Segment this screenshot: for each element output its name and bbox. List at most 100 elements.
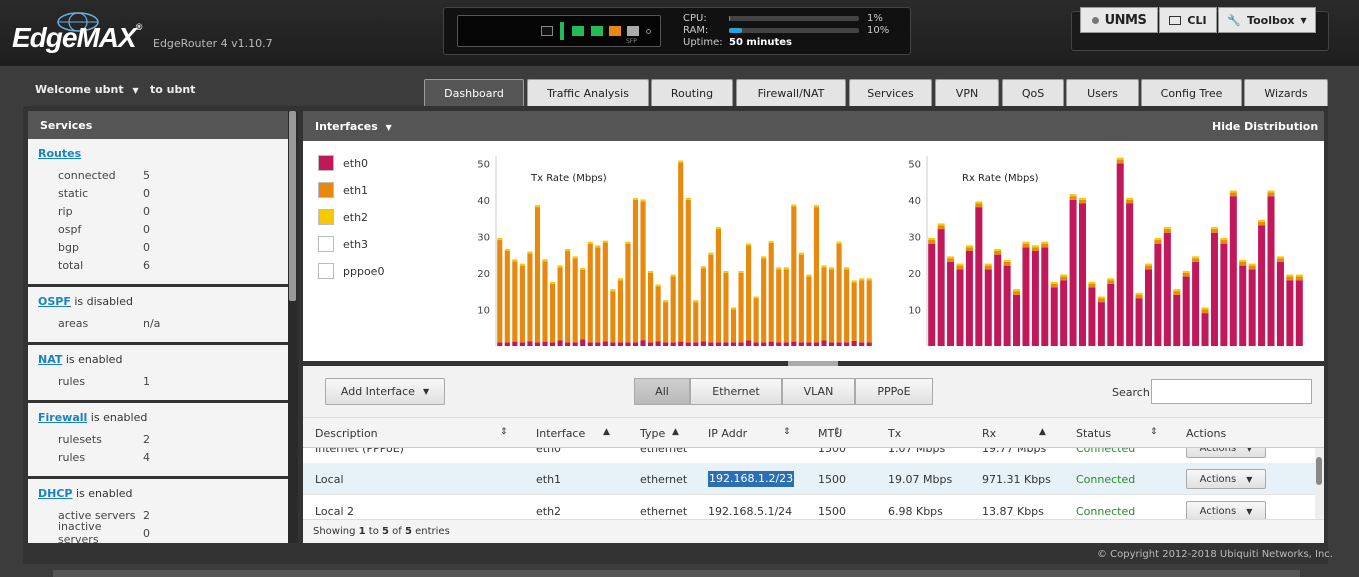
column-header-interface[interactable]: Interface <box>536 427 585 440</box>
bar-eth0 <box>821 340 827 346</box>
nat-link[interactable]: NAT <box>38 353 62 366</box>
tab-dashboard[interactable]: Dashboard <box>424 79 524 107</box>
tab-config-tree[interactable]: Config Tree <box>1141 79 1242 107</box>
column-header-actions[interactable]: Actions <box>1186 427 1226 440</box>
table-row[interactable]: Local eth1 ethernet 192.168.1.2/23 1500 19.07… <box>303 463 1315 495</box>
bar-eth0 <box>542 341 548 346</box>
legend-item-eth0[interactable]: eth0 <box>318 155 368 171</box>
bar-eth1 <box>806 276 812 343</box>
bar-eth1 <box>738 272 744 343</box>
tab-wizards[interactable]: Wizards <box>1244 79 1328 107</box>
ospf-link[interactable]: OSPF <box>38 295 71 308</box>
bar-cap-eth2 <box>572 256 578 259</box>
table-body: Internet (PPPoE) eth0 ethernet 1500 1.07 Mbp… <box>303 448 1315 519</box>
bar-cap-eth2 <box>1088 281 1096 284</box>
column-header-rx[interactable]: Rx <box>982 427 996 440</box>
table-scroll-thumb[interactable] <box>1316 457 1322 485</box>
bar-cap-eth2 <box>1182 270 1190 273</box>
column-header-description[interactable]: Description <box>315 427 378 440</box>
legend-item-eth3[interactable]: eth3 <box>318 236 368 252</box>
cpu-bar <box>729 16 859 21</box>
bar-cap-eth2 <box>670 274 676 277</box>
unms-button[interactable]: UNMS <box>1080 7 1158 33</box>
row-actions-button[interactable]: Actions ▼ <box>1186 469 1266 489</box>
filter-all[interactable]: All <box>634 378 690 405</box>
filter-pppoe[interactable]: PPPoE <box>855 378 933 405</box>
bar-cap-eth2 <box>984 263 992 266</box>
row-actions-button[interactable]: Actions ▼ <box>1186 448 1266 458</box>
bar-eth1 <box>947 258 955 262</box>
sidebar-row-key: inactive servers <box>58 520 102 543</box>
column-header-type[interactable]: Type <box>640 427 665 440</box>
sort-icon[interactable]: ▲ <box>1039 427 1046 437</box>
filter-vlan[interactable]: VLAN <box>782 378 855 405</box>
legend-item-pppoe0[interactable]: pppoe0 <box>318 263 384 279</box>
bar-cap-eth2 <box>504 249 510 251</box>
cell-ip[interactable]: 192.168.1.2/23 <box>708 471 795 487</box>
cell-tx: 1.07 Mbps <box>888 448 946 455</box>
bar-cap-eth2 <box>1295 274 1303 277</box>
sidebar-scroll-thumb[interactable] <box>289 111 296 301</box>
bar-eth0 <box>1201 313 1209 346</box>
sort-icon[interactable]: ⇕ <box>1150 427 1158 437</box>
device-version: EdgeRouter 4 v1.10.7 <box>153 37 273 50</box>
legend-item-eth2[interactable]: eth2 <box>318 209 368 225</box>
table-row[interactable]: Local 2 eth2 ethernet 192.168.5.1/24 1500 6.9… <box>303 495 1315 519</box>
y-tick-label: 40 <box>477 196 490 207</box>
tab-routing[interactable]: Routing <box>651 79 733 107</box>
sort-icon[interactable]: ▲ <box>603 427 610 437</box>
welcome-menu[interactable]: Welcome ubnt ▼ <box>35 83 139 96</box>
bar-cap-eth2 <box>1201 307 1209 310</box>
tx-rate-chart: 10 20 30 40 50 Tx Rate (Mbps) <box>477 156 872 346</box>
cell-ip[interactable]: 192.168.5.1/24 <box>708 505 792 518</box>
bar-eth0 <box>602 341 608 346</box>
hide-distribution-button[interactable]: Hide Distribution <box>1212 120 1318 133</box>
sort-icon[interactable]: ▲ <box>672 427 679 437</box>
tab-qos[interactable]: QoS <box>1002 79 1064 107</box>
tab-vpn[interactable]: VPN <box>935 79 999 107</box>
bar-eth1 <box>715 229 721 343</box>
bar-cap-eth2 <box>693 300 699 303</box>
bar-eth0 <box>761 342 767 346</box>
sort-icon[interactable]: ⇕ <box>783 427 791 437</box>
sort-icon[interactable]: ⇕ <box>500 427 508 437</box>
wrench-icon: 🔧 <box>1227 13 1242 27</box>
interfaces-dropdown[interactable]: Interfaces ▼ <box>315 120 392 133</box>
tab-traffic-analysis[interactable]: Traffic Analysis <box>527 79 649 107</box>
bar-eth1 <box>828 269 835 343</box>
filter-ethernet[interactable]: Ethernet <box>690 378 782 405</box>
sidebar-section-title: NAT is enabled <box>38 353 278 366</box>
cli-button[interactable]: CLI <box>1159 7 1217 33</box>
dhcp-link[interactable]: DHCP <box>38 487 72 500</box>
search-input[interactable] <box>1151 379 1312 404</box>
column-header-status[interactable]: Status <box>1076 427 1111 440</box>
column-header-ip-addr[interactable]: IP Addr <box>708 427 747 440</box>
toolbox-button[interactable]: 🔧 Toolbox ▼ <box>1218 7 1316 33</box>
sort-icon[interactable]: ⇕ <box>833 427 841 437</box>
legend-swatch <box>318 263 334 279</box>
bar-eth1 <box>761 258 767 343</box>
tab-firewall-nat[interactable]: Firewall/NAT <box>736 79 846 107</box>
port-icon <box>572 26 584 36</box>
bar-cap-eth2 <box>828 267 835 270</box>
column-header-tx[interactable]: Tx <box>888 427 901 440</box>
tab-users[interactable]: Users <box>1066 79 1139 107</box>
legend-label: eth0 <box>343 156 369 170</box>
sidebar-row-value: 2 <box>143 508 150 522</box>
bar-eth1 <box>685 199 691 343</box>
table-row[interactable]: Internet (PPPoE) eth0 ethernet 1500 1.07 Mbp… <box>303 448 1315 464</box>
legend-item-eth1[interactable]: eth1 <box>318 182 368 198</box>
bar-eth0 <box>632 342 639 346</box>
bar-eth1 <box>844 269 850 343</box>
bar-eth1 <box>1069 196 1077 200</box>
add-interface-button[interactable]: Add Interface ▼ <box>325 378 445 405</box>
row-actions-button[interactable]: Actions ▼ <box>1186 501 1266 519</box>
firewall-link[interactable]: Firewall <box>38 411 87 424</box>
chart-title: Rx Rate (Mbps) <box>962 173 1039 184</box>
bar-cap-eth2 <box>776 267 782 270</box>
bar-eth0 <box>1220 243 1228 346</box>
bar-cap-eth2 <box>1050 281 1058 284</box>
bar-eth1 <box>836 243 842 343</box>
routes-link[interactable]: Routes <box>38 147 81 160</box>
tab-services[interactable]: Services <box>849 79 932 107</box>
